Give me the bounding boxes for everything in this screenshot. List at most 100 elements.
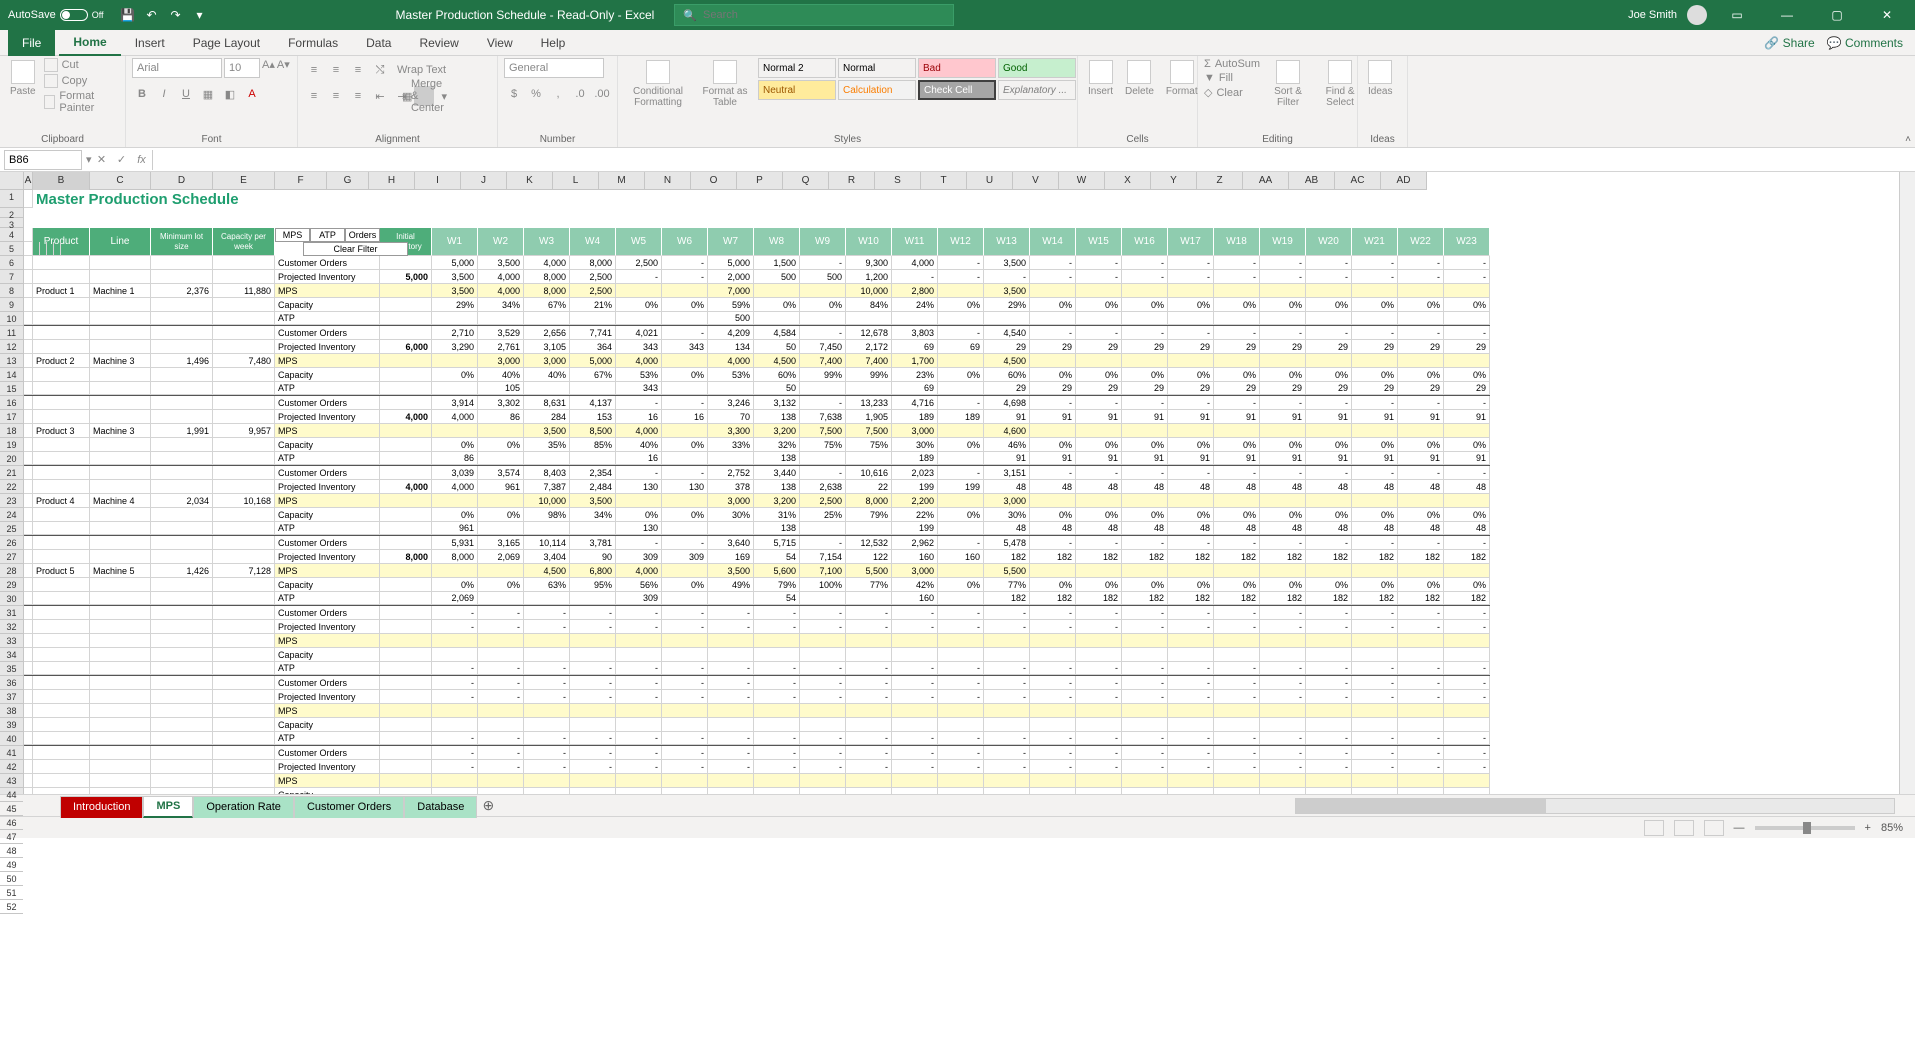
cell[interactable]: 0% [662, 368, 708, 382]
cell[interactable]: 0% [662, 438, 708, 452]
col-header-AB[interactable]: AB [1289, 172, 1335, 190]
increase-decimal-icon[interactable]: .0 [570, 84, 590, 104]
cell[interactable] [151, 452, 213, 465]
horizontal-scrollbar[interactable] [1295, 798, 1895, 814]
minimize-icon[interactable]: — [1767, 0, 1807, 30]
cell[interactable] [33, 592, 90, 605]
cell[interactable]: 3,440 [754, 466, 800, 480]
cell[interactable]: - [1168, 690, 1214, 704]
row-header[interactable]: 36 [0, 676, 23, 690]
cell[interactable] [984, 312, 1030, 325]
cell[interactable]: 2,638 [800, 480, 846, 494]
cell[interactable] [1306, 312, 1352, 325]
cell[interactable] [24, 690, 33, 704]
cell[interactable] [1122, 494, 1168, 508]
cell[interactable]: 0% [1260, 368, 1306, 382]
cell[interactable]: Customer Orders [275, 746, 380, 760]
cell[interactable] [380, 382, 432, 395]
cell[interactable]: 122 [846, 550, 892, 564]
cell[interactable] [1444, 718, 1490, 732]
cell[interactable] [524, 382, 570, 395]
cell[interactable] [1122, 312, 1168, 325]
row-header[interactable]: 51 [0, 886, 23, 900]
cell[interactable] [1306, 494, 1352, 508]
comments-button[interactable]: 💬 Comments [1827, 36, 1903, 50]
qat-more-icon[interactable]: ▾ [192, 7, 208, 23]
cell[interactable]: 29 [1122, 382, 1168, 395]
cell[interactable]: 0% [662, 578, 708, 592]
cell[interactable] [708, 704, 754, 718]
row-header[interactable]: 40 [0, 732, 23, 746]
cell[interactable] [33, 732, 90, 745]
cell[interactable]: - [1398, 662, 1444, 675]
cell[interactable] [570, 774, 616, 788]
cell[interactable]: 48 [1260, 522, 1306, 535]
cell[interactable] [938, 312, 984, 325]
cell[interactable]: 9,957 [213, 424, 275, 438]
cell[interactable] [33, 788, 90, 794]
select-all-corner[interactable] [0, 172, 23, 190]
font-color-button[interactable]: A [242, 84, 262, 104]
cell[interactable] [846, 774, 892, 788]
cell[interactable]: 30% [708, 508, 754, 522]
cell[interactable] [432, 788, 478, 794]
cell[interactable]: 0% [1122, 578, 1168, 592]
cell[interactable]: 2,500 [616, 256, 662, 270]
cell[interactable]: 199 [892, 480, 938, 494]
cell[interactable] [1076, 788, 1122, 794]
cell[interactable]: - [1076, 746, 1122, 760]
cell[interactable]: 0% [1352, 508, 1398, 522]
row-header[interactable]: 13 [0, 354, 23, 368]
cell[interactable]: - [570, 662, 616, 675]
cell[interactable]: 48 [1306, 522, 1352, 535]
cell[interactable] [33, 480, 90, 494]
sort-filter-button[interactable]: Sort & Filter [1264, 58, 1312, 110]
cell[interactable]: - [662, 326, 708, 340]
cell[interactable]: - [800, 466, 846, 480]
cell[interactable]: 1,700 [892, 354, 938, 368]
cell[interactable]: - [1398, 256, 1444, 270]
cell[interactable]: - [1260, 690, 1306, 704]
cell[interactable]: - [1444, 270, 1490, 284]
cell[interactable]: Customer Orders [275, 536, 380, 550]
cell[interactable]: 7,500 [846, 424, 892, 438]
cell[interactable]: 2,034 [151, 494, 213, 508]
cell[interactable]: - [708, 760, 754, 774]
cell[interactable] [432, 494, 478, 508]
col-header-D[interactable]: D [151, 172, 213, 190]
cell[interactable]: - [1306, 326, 1352, 340]
cell[interactable] [54, 242, 61, 256]
cell[interactable] [90, 522, 151, 535]
cell[interactable]: - [1168, 270, 1214, 284]
cell[interactable]: - [938, 676, 984, 690]
cell[interactable]: - [846, 676, 892, 690]
cell[interactable] [380, 424, 432, 438]
cell[interactable]: - [754, 690, 800, 704]
cell[interactable] [1214, 284, 1260, 298]
cell[interactable]: 2,800 [892, 284, 938, 298]
cell[interactable] [151, 508, 213, 522]
cell[interactable]: 0% [478, 438, 524, 452]
cell[interactable] [213, 480, 275, 494]
cell[interactable]: - [616, 620, 662, 634]
add-sheet-button[interactable]: ⊕ [477, 795, 499, 817]
cell[interactable]: 160 [938, 550, 984, 564]
cell[interactable]: 91 [1306, 452, 1352, 465]
cell[interactable] [90, 648, 151, 662]
cell[interactable] [380, 312, 432, 325]
ideas-button[interactable]: Ideas [1364, 58, 1396, 99]
cell[interactable] [1214, 648, 1260, 662]
cell[interactable]: Capacity [275, 508, 380, 522]
decrease-decimal-icon[interactable]: .00 [592, 84, 612, 104]
cell[interactable]: - [1352, 270, 1398, 284]
cell[interactable]: - [1122, 256, 1168, 270]
cell[interactable] [90, 396, 151, 410]
cell[interactable]: - [984, 662, 1030, 675]
cell[interactable]: 4,137 [570, 396, 616, 410]
cell[interactable]: 2,000 [708, 270, 754, 284]
cell[interactable]: W15 [1076, 228, 1122, 256]
cell[interactable]: 182 [1076, 550, 1122, 564]
cell[interactable]: 961 [478, 480, 524, 494]
cell[interactable] [1444, 648, 1490, 662]
cell[interactable]: Customer Orders [275, 326, 380, 340]
